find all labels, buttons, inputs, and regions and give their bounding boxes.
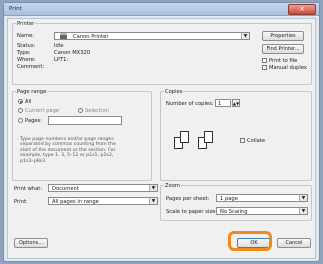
find-printer-button[interactable]: Find Printer... [262, 44, 304, 54]
current-page-label: Current page [25, 108, 60, 114]
ok-button-highlight [228, 231, 272, 251]
number-of-copies-value: 1 [218, 101, 222, 107]
where-label: Where: [17, 57, 36, 63]
copies-section-label: Copies [164, 89, 184, 95]
type-value: Canon MX320 [54, 50, 91, 56]
selection-label: Selection [85, 108, 109, 114]
zoom-group [160, 185, 312, 221]
dialog-body: Printer Name: Canon Printer ▼ Properties… [7, 18, 316, 259]
page-range-section-label: Page range [16, 89, 48, 95]
all-pages-radio[interactable] [18, 99, 23, 104]
copies-spinner[interactable]: ▲▼ [232, 99, 240, 107]
collate-checkbox[interactable] [240, 138, 245, 143]
print-to-file-checkbox[interactable] [262, 58, 267, 63]
print-what-value: Document [52, 186, 79, 192]
collate-page-icon [180, 131, 189, 143]
scale-to-paper-select[interactable]: No Scaling ▼ [216, 207, 308, 215]
page-range-description: Type page numbers and/or page ranges sep… [20, 137, 116, 164]
print-value: All pages in range [52, 199, 99, 205]
where-value: LPT1: [54, 57, 69, 63]
chevron-down-icon: ▼ [149, 198, 157, 204]
pages-input[interactable] [48, 116, 122, 125]
dialog-title: Print [9, 6, 22, 12]
chevron-down-icon: ▼ [241, 33, 249, 39]
pages-per-sheet-value: 1 page [220, 196, 238, 202]
manual-duplex-checkbox[interactable] [262, 65, 267, 70]
number-of-copies-label: Number of copies: [166, 101, 214, 107]
chevron-down-icon: ▼ [299, 195, 307, 201]
comment-label: Comment: [17, 64, 45, 70]
printer-icon [60, 33, 67, 39]
properties-button[interactable]: Properties [262, 31, 304, 41]
printer-section-label: Printer [16, 21, 36, 27]
type-label: Type: [17, 50, 31, 56]
scale-to-paper-label: Scale to paper size: [166, 209, 218, 215]
print-what-select[interactable]: Document ▼ [48, 184, 158, 192]
pages-radio[interactable] [18, 118, 23, 123]
close-button[interactable]: × [288, 4, 316, 15]
print-select[interactable]: All pages in range ▼ [48, 197, 158, 205]
print-what-label: Print what: [14, 186, 43, 192]
close-icon: × [299, 5, 305, 13]
print-dialog: Print × Printer Name: Canon Printer ▼ Pr… [3, 2, 320, 262]
collate-page-icon [204, 131, 213, 143]
pages-label: Pages: [25, 118, 43, 124]
pages-per-sheet-label: Pages per sheet: [166, 196, 210, 202]
chevron-down-icon: ▼ [149, 185, 157, 191]
chevron-down-icon: ▼ [299, 208, 307, 214]
page-range-group [12, 91, 152, 181]
print-to-file-label: Print to file [269, 58, 298, 64]
options-button[interactable]: Options... [14, 238, 48, 248]
print-label: Print: [14, 199, 28, 205]
status-value: Idle [54, 43, 64, 49]
cancel-button[interactable]: Cancel [277, 238, 311, 248]
all-pages-label: All [25, 99, 32, 105]
collate-label: Collate [247, 138, 266, 144]
manual-duplex-label: Manual duplex [269, 65, 307, 71]
title-bar: Print × [4, 3, 319, 16]
printer-name-value: Canon Printer [73, 34, 109, 40]
number-of-copies-input[interactable]: 1 [215, 99, 231, 107]
printer-name-select[interactable]: Canon Printer ▼ [54, 32, 250, 40]
printer-name-label: Name: [17, 33, 35, 39]
scale-to-paper-value: No Scaling [220, 209, 248, 215]
current-page-radio[interactable] [18, 108, 23, 113]
zoom-section-label: Zoom [164, 183, 181, 189]
selection-radio[interactable] [78, 108, 83, 113]
pages-per-sheet-select[interactable]: 1 page ▼ [216, 194, 308, 202]
status-label: Status: [17, 43, 36, 49]
